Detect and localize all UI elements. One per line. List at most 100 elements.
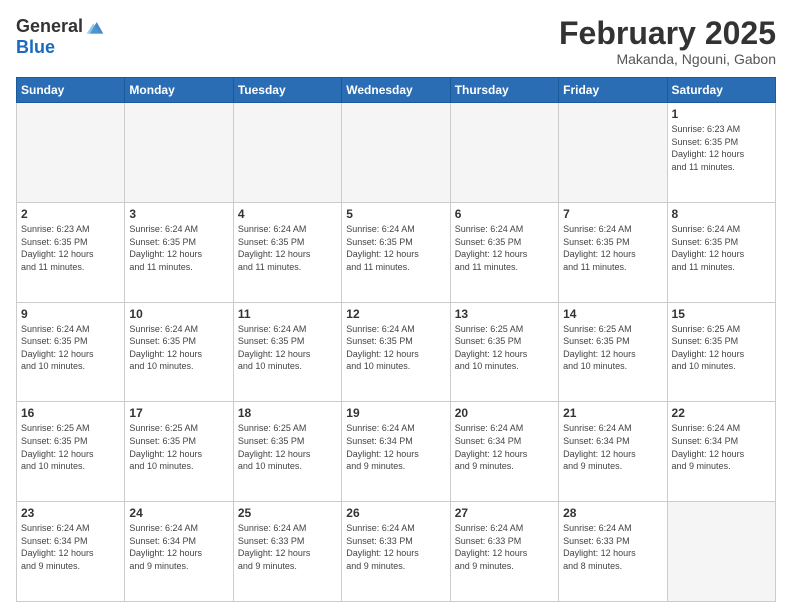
calendar-cell bbox=[559, 103, 667, 203]
day-number: 12 bbox=[346, 307, 445, 321]
day-number: 19 bbox=[346, 406, 445, 420]
day-number: 7 bbox=[563, 207, 662, 221]
calendar-cell: 17 Sunrise: 6:25 AM Sunset: 6:35 PM Dayli… bbox=[125, 402, 233, 502]
calendar-cell: 10 Sunrise: 6:24 AM Sunset: 6:35 PM Dayli… bbox=[125, 302, 233, 402]
calendar-cell: 20 Sunrise: 6:24 AM Sunset: 6:34 PM Dayli… bbox=[450, 402, 558, 502]
weekday-header-wednesday: Wednesday bbox=[342, 78, 450, 103]
weekday-header-row: SundayMondayTuesdayWednesdayThursdayFrid… bbox=[17, 78, 776, 103]
weekday-header-friday: Friday bbox=[559, 78, 667, 103]
day-info: Sunrise: 6:24 AM Sunset: 6:34 PM Dayligh… bbox=[672, 422, 771, 472]
calendar-cell: 27Sunrise: 6:24 AM Sunset: 6:33 PM Dayli… bbox=[450, 502, 558, 602]
calendar-row-1: 2Sunrise: 6:23 AM Sunset: 6:35 PM Daylig… bbox=[17, 202, 776, 302]
day-info: Sunrise: 6:24 AM Sunset: 6:35 PM Dayligh… bbox=[346, 323, 445, 373]
calendar-row-2: 9 Sunrise: 6:24 AM Sunset: 6:35 PM Daylig… bbox=[17, 302, 776, 402]
weekday-header-thursday: Thursday bbox=[450, 78, 558, 103]
day-info: Sunrise: 6:24 AM Sunset: 6:34 PM Dayligh… bbox=[346, 422, 445, 472]
day-number: 15 bbox=[672, 307, 771, 321]
day-info: Sunrise: 6:24 AM Sunset: 6:34 PM Dayligh… bbox=[563, 422, 662, 472]
day-number: 25 bbox=[238, 506, 337, 520]
day-info: Sunrise: 6:23 AM Sunset: 6:35 PM Dayligh… bbox=[21, 223, 120, 273]
calendar-cell: 5 Sunrise: 6:24 AM Sunset: 6:35 PM Daylig… bbox=[342, 202, 450, 302]
day-info: Sunrise: 6:24 AM Sunset: 6:34 PM Dayligh… bbox=[21, 522, 120, 572]
day-info: Sunrise: 6:24 AM Sunset: 6:33 PM Dayligh… bbox=[238, 522, 337, 572]
calendar-cell: 28Sunrise: 6:24 AM Sunset: 6:33 PM Dayli… bbox=[559, 502, 667, 602]
day-number: 22 bbox=[672, 406, 771, 420]
day-number: 16 bbox=[21, 406, 120, 420]
weekday-header-saturday: Saturday bbox=[667, 78, 775, 103]
weekday-header-sunday: Sunday bbox=[17, 78, 125, 103]
day-number: 8 bbox=[672, 207, 771, 221]
day-number: 9 bbox=[21, 307, 120, 321]
calendar-cell: 14 Sunrise: 6:25 AM Sunset: 6:35 PM Dayli… bbox=[559, 302, 667, 402]
day-info: Sunrise: 6:24 AM Sunset: 6:35 PM Dayligh… bbox=[238, 323, 337, 373]
day-number: 18 bbox=[238, 406, 337, 420]
calendar-cell: 6 Sunrise: 6:24 AM Sunset: 6:35 PM Daylig… bbox=[450, 202, 558, 302]
calendar-cell: 16 Sunrise: 6:25 AM Sunset: 6:35 PM Dayli… bbox=[17, 402, 125, 502]
logo: General Blue bbox=[16, 16, 105, 58]
day-info: Sunrise: 6:24 AM Sunset: 6:34 PM Dayligh… bbox=[455, 422, 554, 472]
day-info: Sunrise: 6:24 AM Sunset: 6:35 PM Dayligh… bbox=[21, 323, 120, 373]
calendar-cell: 15Sunrise: 6:25 AM Sunset: 6:35 PM Dayli… bbox=[667, 302, 775, 402]
calendar-row-0: 1 Sunrise: 6:23 AM Sunset: 6:35 PM Daylig… bbox=[17, 103, 776, 203]
calendar-cell: 3Sunrise: 6:24 AM Sunset: 6:35 PM Daylig… bbox=[125, 202, 233, 302]
day-number: 17 bbox=[129, 406, 228, 420]
calendar-cell: 25 Sunrise: 6:24 AM Sunset: 6:33 PM Dayli… bbox=[233, 502, 341, 602]
location: Makanda, Ngouni, Gabon bbox=[559, 51, 776, 67]
day-info: Sunrise: 6:23 AM Sunset: 6:35 PM Dayligh… bbox=[672, 123, 771, 173]
calendar-row-4: 23Sunrise: 6:24 AM Sunset: 6:34 PM Dayli… bbox=[17, 502, 776, 602]
day-number: 13 bbox=[455, 307, 554, 321]
calendar-cell bbox=[17, 103, 125, 203]
day-info: Sunrise: 6:25 AM Sunset: 6:35 PM Dayligh… bbox=[563, 323, 662, 373]
calendar-cell: 13Sunrise: 6:25 AM Sunset: 6:35 PM Dayli… bbox=[450, 302, 558, 402]
day-info: Sunrise: 6:24 AM Sunset: 6:35 PM Dayligh… bbox=[129, 223, 228, 273]
calendar-cell: 7 Sunrise: 6:24 AM Sunset: 6:35 PM Daylig… bbox=[559, 202, 667, 302]
logo-blue-text: Blue bbox=[16, 37, 55, 58]
day-info: Sunrise: 6:24 AM Sunset: 6:35 PM Dayligh… bbox=[672, 223, 771, 273]
logo-icon bbox=[85, 17, 105, 37]
day-number: 11 bbox=[238, 307, 337, 321]
day-info: Sunrise: 6:24 AM Sunset: 6:34 PM Dayligh… bbox=[129, 522, 228, 572]
calendar-cell: 22 Sunrise: 6:24 AM Sunset: 6:34 PM Dayli… bbox=[667, 402, 775, 502]
calendar-cell: 1 Sunrise: 6:23 AM Sunset: 6:35 PM Daylig… bbox=[667, 103, 775, 203]
main-container: General Blue February 2025 Makanda, Ngou… bbox=[0, 0, 792, 612]
logo-general-text: General bbox=[16, 16, 83, 37]
calendar-cell: 26Sunrise: 6:24 AM Sunset: 6:33 PM Dayli… bbox=[342, 502, 450, 602]
day-number: 1 bbox=[672, 107, 771, 121]
calendar-cell bbox=[125, 103, 233, 203]
day-number: 21 bbox=[563, 406, 662, 420]
calendar-cell bbox=[233, 103, 341, 203]
day-number: 14 bbox=[563, 307, 662, 321]
day-info: Sunrise: 6:24 AM Sunset: 6:35 PM Dayligh… bbox=[238, 223, 337, 273]
day-number: 27 bbox=[455, 506, 554, 520]
day-number: 24 bbox=[129, 506, 228, 520]
calendar-cell: 8 Sunrise: 6:24 AM Sunset: 6:35 PM Daylig… bbox=[667, 202, 775, 302]
calendar-table: SundayMondayTuesdayWednesdayThursdayFrid… bbox=[16, 77, 776, 602]
calendar-cell bbox=[667, 502, 775, 602]
day-info: Sunrise: 6:25 AM Sunset: 6:35 PM Dayligh… bbox=[21, 422, 120, 472]
day-number: 4 bbox=[238, 207, 337, 221]
header: General Blue February 2025 Makanda, Ngou… bbox=[16, 16, 776, 67]
calendar-cell: 19 Sunrise: 6:24 AM Sunset: 6:34 PM Dayli… bbox=[342, 402, 450, 502]
calendar-cell: 18 Sunrise: 6:25 AM Sunset: 6:35 PM Dayli… bbox=[233, 402, 341, 502]
day-number: 6 bbox=[455, 207, 554, 221]
day-number: 20 bbox=[455, 406, 554, 420]
day-info: Sunrise: 6:24 AM Sunset: 6:35 PM Dayligh… bbox=[346, 223, 445, 273]
day-info: Sunrise: 6:25 AM Sunset: 6:35 PM Dayligh… bbox=[129, 422, 228, 472]
calendar-cell bbox=[342, 103, 450, 203]
day-number: 5 bbox=[346, 207, 445, 221]
calendar-cell: 23Sunrise: 6:24 AM Sunset: 6:34 PM Dayli… bbox=[17, 502, 125, 602]
day-info: Sunrise: 6:24 AM Sunset: 6:35 PM Dayligh… bbox=[129, 323, 228, 373]
day-info: Sunrise: 6:24 AM Sunset: 6:35 PM Dayligh… bbox=[563, 223, 662, 273]
day-info: Sunrise: 6:24 AM Sunset: 6:35 PM Dayligh… bbox=[455, 223, 554, 273]
calendar-cell: 4 Sunrise: 6:24 AM Sunset: 6:35 PM Daylig… bbox=[233, 202, 341, 302]
calendar-cell: 2Sunrise: 6:23 AM Sunset: 6:35 PM Daylig… bbox=[17, 202, 125, 302]
day-number: 28 bbox=[563, 506, 662, 520]
weekday-header-tuesday: Tuesday bbox=[233, 78, 341, 103]
calendar-cell: 24 Sunrise: 6:24 AM Sunset: 6:34 PM Dayli… bbox=[125, 502, 233, 602]
title-block: February 2025 Makanda, Ngouni, Gabon bbox=[559, 16, 776, 67]
day-number: 26 bbox=[346, 506, 445, 520]
calendar-cell: 9 Sunrise: 6:24 AM Sunset: 6:35 PM Daylig… bbox=[17, 302, 125, 402]
day-number: 10 bbox=[129, 307, 228, 321]
day-info: Sunrise: 6:25 AM Sunset: 6:35 PM Dayligh… bbox=[238, 422, 337, 472]
weekday-header-monday: Monday bbox=[125, 78, 233, 103]
